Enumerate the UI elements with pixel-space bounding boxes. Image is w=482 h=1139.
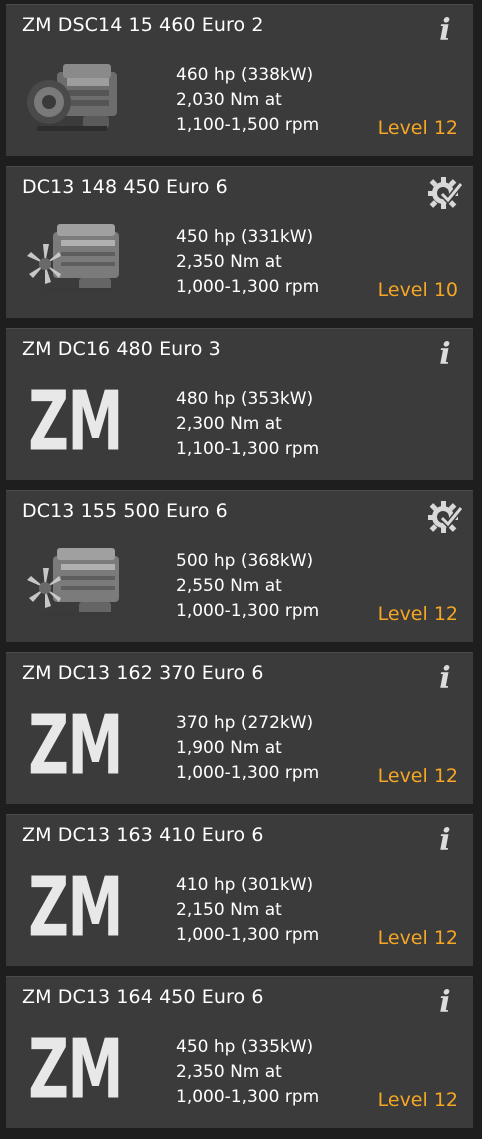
engine-power: 460 hp (338kW) (176, 65, 314, 85)
engine-card[interactable]: ZM DC13 164 450 Euro 6 i ZM 450 hp (335k… (6, 976, 473, 1128)
gear-check-icon (427, 499, 463, 535)
zm-logo: ZM (28, 860, 123, 956)
info-icon[interactable]: i (427, 337, 463, 373)
engine-rpm: 1,000-1,300 rpm (176, 925, 320, 945)
engine-card[interactable]: ZM DC16 480 Euro 3 i ZM 480 hp (353kW) 2… (6, 328, 473, 480)
engine-torque: 2,030 Nm at (176, 90, 282, 110)
engine-card[interactable]: ZM DC13 162 370 Euro 6 i ZM 370 hp (272k… (6, 652, 473, 804)
engine-name: ZM DC13 163 410 Euro 6 (22, 824, 264, 846)
engine-rpm: 1,000-1,300 rpm (176, 763, 320, 783)
engine-rpm: 1,100-1,500 rpm (176, 115, 320, 135)
engine-torque: 2,350 Nm at (176, 252, 282, 272)
engine-torque: 1,900 Nm at (176, 738, 282, 758)
engine-rpm: 1,000-1,300 rpm (176, 1087, 320, 1107)
engine-name: ZM DC13 162 370 Euro 6 (22, 662, 264, 684)
engine-power: 480 hp (353kW) (176, 389, 314, 409)
engine-torque: 2,350 Nm at (176, 1062, 282, 1082)
engine-power: 450 hp (335kW) (176, 1037, 314, 1057)
engine-card[interactable]: ZM DC13 163 410 Euro 6 i ZM 410 hp (301k… (6, 814, 473, 966)
level-requirement: Level 12 (377, 927, 458, 949)
engine-card[interactable]: ZM DSC14 15 460 Euro 2 i 460 hp (338kW) … (6, 4, 473, 156)
engine-specs: 460 hp (338kW) 2,030 Nm at 1,100-1,500 r… (176, 63, 319, 138)
level-requirement: Level 12 (377, 1089, 458, 1111)
engine-specs: 450 hp (331kW) 2,350 Nm at 1,000-1,300 r… (176, 225, 319, 300)
info-icon[interactable]: i (427, 13, 463, 49)
engine-image (22, 55, 128, 141)
engine-card[interactable]: DC13 148 450 Euro 6 450 hp (331kW) 2,350… (6, 166, 473, 318)
gear-check-icon (427, 175, 463, 211)
engine-specs: 450 hp (335kW) 2,350 Nm at 1,000-1,300 r… (176, 1035, 319, 1110)
engine-image (22, 541, 128, 627)
engine-power: 450 hp (331kW) (176, 227, 314, 247)
engine-name: ZM DC13 164 450 Euro 6 (22, 986, 264, 1008)
level-requirement: Level 12 (377, 603, 458, 625)
engine-specs: 370 hp (272kW) 1,900 Nm at 1,000-1,300 r… (176, 711, 319, 786)
zm-logo: ZM (28, 1022, 123, 1118)
level-requirement: Level 10 (377, 279, 458, 301)
info-icon[interactable]: i (427, 661, 463, 697)
zm-logo: ZM (28, 374, 123, 470)
engine-name: ZM DC16 480 Euro 3 (22, 338, 221, 360)
engine-power: 500 hp (368kW) (176, 551, 314, 571)
info-icon[interactable]: i (427, 985, 463, 1021)
engine-power: 410 hp (301kW) (176, 875, 314, 895)
engine-torque: 2,550 Nm at (176, 576, 282, 596)
engine-rpm: 1,100-1,300 rpm (176, 439, 320, 459)
engine-torque: 2,300 Nm at (176, 414, 282, 434)
level-requirement: Level 12 (377, 117, 458, 139)
zm-logo: ZM (28, 698, 123, 794)
engine-torque: 2,150 Nm at (176, 900, 282, 920)
engine-name: ZM DSC14 15 460 Euro 2 (22, 14, 264, 36)
engine-rpm: 1,000-1,300 rpm (176, 277, 320, 297)
engine-specs: 480 hp (353kW) 2,300 Nm at 1,100-1,300 r… (176, 387, 319, 462)
info-icon[interactable]: i (427, 823, 463, 859)
engine-card[interactable]: DC13 155 500 Euro 6 500 hp (368kW) 2,550… (6, 490, 473, 642)
engine-name: DC13 148 450 Euro 6 (22, 176, 228, 198)
engine-specs: 410 hp (301kW) 2,150 Nm at 1,000-1,300 r… (176, 873, 319, 948)
level-requirement: Level 12 (377, 765, 458, 787)
engine-specs: 500 hp (368kW) 2,550 Nm at 1,000-1,300 r… (176, 549, 319, 624)
engine-name: DC13 155 500 Euro 6 (22, 500, 228, 522)
engine-rpm: 1,000-1,300 rpm (176, 601, 320, 621)
engine-image (22, 217, 128, 303)
engine-power: 370 hp (272kW) (176, 713, 314, 733)
